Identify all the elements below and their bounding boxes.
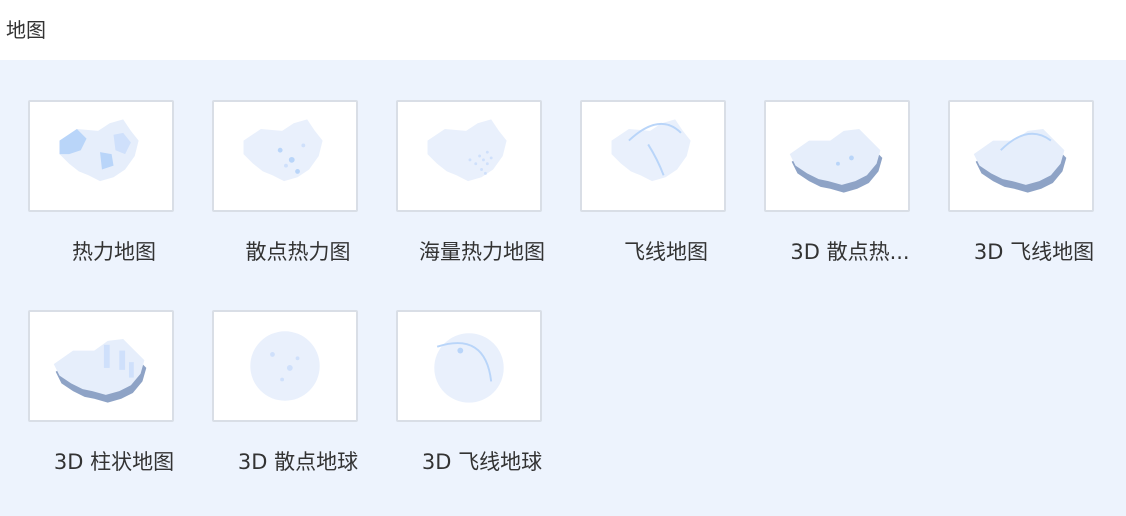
- flight-line-map-thumbnail[interactable]: [580, 100, 726, 212]
- map-type-massive-heat-map[interactable]: 海量热力地图: [384, 60, 545, 264]
- item-label: 3D 散点地球: [237, 450, 359, 474]
- section-header: 地图: [0, 0, 1126, 60]
- item-label: 热力地图: [72, 240, 156, 264]
- massive-heat-map-thumbnail[interactable]: [396, 100, 542, 212]
- section-title: 地图: [6, 18, 46, 42]
- 3d-flight-line-globe-icon: [434, 333, 504, 403]
- map-type-3d-scatter-heat-map[interactable]: 3D 散点热...: [752, 60, 912, 264]
- heat-map-icon: [59, 119, 139, 182]
- item-label: 3D 柱状地图: [53, 450, 175, 474]
- chart-type-panel: 热力地图 散点热力图 海量热力地图 飞线地图 3D 散点热... 3D 飞线地图…: [0, 60, 1126, 516]
- map-type-3d-flight-line-map[interactable]: 3D 飞线地图: [936, 60, 1096, 264]
- map-type-heat-map[interactable]: 热力地图: [16, 60, 176, 264]
- 3d-flight-line-map-icon: [973, 129, 1067, 193]
- item-label: 3D 飞线地图: [973, 240, 1095, 264]
- 3d-bar-map-icon: [53, 339, 147, 403]
- item-label: 海量热力地图: [419, 240, 545, 264]
- map-type-3d-scatter-globe[interactable]: 3D 散点地球: [200, 270, 360, 474]
- heat-map-thumbnail[interactable]: [28, 100, 174, 212]
- scatter-heat-map-thumbnail[interactable]: [212, 100, 358, 212]
- scatter-heat-map-icon: [243, 119, 323, 182]
- 3d-scatter-heat-map-thumbnail[interactable]: [764, 100, 910, 212]
- 3d-bar-map-thumbnail[interactable]: [28, 310, 174, 422]
- 3d-flight-line-map-thumbnail[interactable]: [948, 100, 1094, 212]
- massive-heat-map-icon: [427, 119, 507, 182]
- item-label: 3D 飞线地球: [421, 450, 543, 474]
- map-type-3d-bar-map[interactable]: 3D 柱状地图: [16, 270, 176, 474]
- 3d-scatter-globe-thumbnail[interactable]: [212, 310, 358, 422]
- 3d-flight-line-globe-thumbnail[interactable]: [396, 310, 542, 422]
- map-type-flight-line-map[interactable]: 飞线地图: [568, 60, 728, 264]
- item-label: 飞线地图: [624, 240, 708, 264]
- item-label: 3D 散点热...: [790, 240, 910, 264]
- flight-line-map-icon: [611, 119, 691, 182]
- map-type-3d-flight-line-globe[interactable]: 3D 飞线地球: [384, 270, 544, 474]
- item-label: 散点热力图: [245, 240, 351, 264]
- 3d-scatter-globe-icon: [250, 331, 320, 401]
- chart-type-grid: 热力地图 散点热力图 海量热力地图 飞线地图 3D 散点热... 3D 飞线地图…: [0, 60, 1126, 516]
- 3d-scatter-heat-map-icon: [789, 129, 883, 193]
- map-type-scatter-heat-map[interactable]: 散点热力图: [200, 60, 360, 264]
